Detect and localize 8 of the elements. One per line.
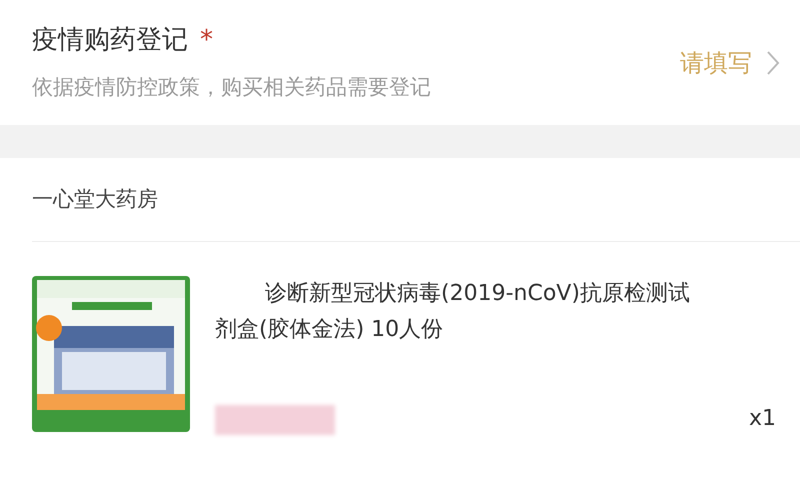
chevron-right-icon (766, 50, 780, 76)
fill-in-link[interactable]: 请填写 (680, 44, 780, 80)
registration-description: 依据疫情防控政策，购买相关药品需要登记 (32, 74, 431, 102)
store-name: 一心堂大药房 (32, 186, 158, 213)
product-title: 诊断新型冠状病毒(2019-nCoV)抗原检测试剂盒(胶体金法) 10人份 (215, 280, 691, 344)
quantity: x1 (748, 405, 776, 433)
required-mark: * (200, 24, 213, 58)
registration-title: 疫情购药登记 (32, 24, 188, 58)
